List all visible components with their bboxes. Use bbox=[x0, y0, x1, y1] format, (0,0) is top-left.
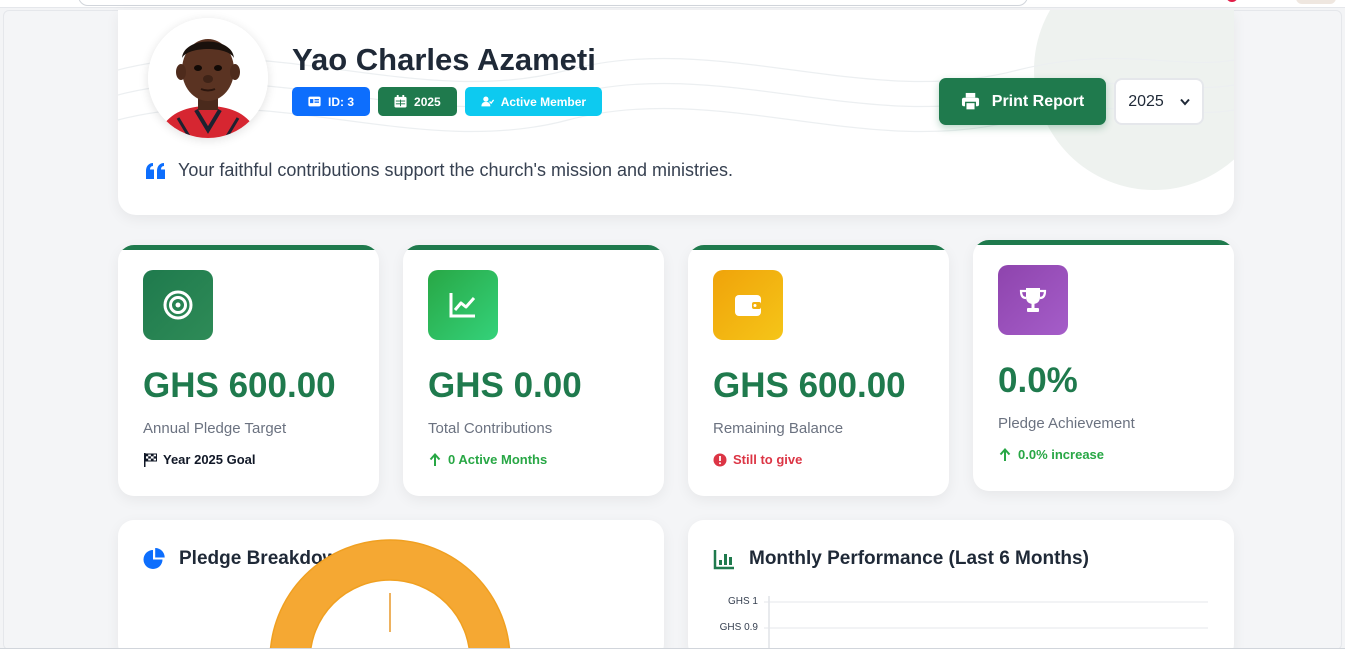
browser-chrome bbox=[0, 0, 1345, 8]
card-accent-bar bbox=[688, 245, 949, 250]
quote-left-icon bbox=[146, 162, 165, 179]
total-contributions-card: GHS 0.00 Total Contributions 0 Active Mo… bbox=[403, 245, 664, 496]
member-header-card: Yao Charles Azameti ID: 3 2025 Active Me… bbox=[118, 10, 1234, 215]
member-name: Yao Charles Azameti bbox=[292, 42, 596, 77]
trophy-icon bbox=[1019, 288, 1047, 312]
member-id-badge: ID: 3 bbox=[292, 87, 371, 116]
id-card-icon bbox=[308, 96, 321, 107]
monthly-performance-panel: Monthly Performance (Last 6 Months) GHS … bbox=[688, 520, 1234, 653]
year-select[interactable]: 2025 bbox=[1114, 78, 1204, 125]
pledge-target-value: GHS 600.00 bbox=[143, 366, 336, 405]
mission-quote: Your faithful contributions support the … bbox=[146, 160, 733, 181]
remaining-balance-card: GHS 600.00 Remaining Balance Still to gi… bbox=[688, 245, 949, 496]
pledge-achievement-card: 0.0% Pledge Achievement 0.0% increase bbox=[973, 240, 1234, 491]
chart-line-icon bbox=[449, 293, 476, 318]
user-check-icon bbox=[481, 96, 494, 107]
browser-bottom-bar bbox=[0, 648, 1345, 653]
pledge-achievement-foot: 0.0% increase bbox=[998, 447, 1104, 462]
year-badge-label: 2025 bbox=[414, 94, 441, 109]
browser-extension-icon[interactable] bbox=[1296, 0, 1336, 4]
remaining-balance-foot-text: Still to give bbox=[733, 452, 803, 467]
card-accent-bar bbox=[403, 245, 664, 250]
year-badge: 2025 bbox=[378, 87, 457, 116]
arrow-up-icon bbox=[999, 447, 1011, 461]
remaining-balance-label: Remaining Balance bbox=[713, 420, 844, 437]
year-select-value: 2025 bbox=[1128, 92, 1164, 110]
pledge-target-foot: Year 2025 Goal bbox=[143, 452, 256, 467]
pledge-achievement-label: Pledge Achievement bbox=[998, 415, 1135, 432]
status-badge-label: Active Member bbox=[500, 94, 587, 109]
printer-icon bbox=[961, 92, 979, 111]
total-contributions-foot: 0 Active Months bbox=[428, 452, 547, 467]
status-badge: Active Member bbox=[464, 87, 603, 116]
browser-profile-icon[interactable] bbox=[1226, 0, 1238, 2]
calendar-icon bbox=[394, 95, 407, 108]
total-contributions-label: Total Contributions bbox=[428, 420, 553, 437]
monthly-line-chart bbox=[764, 596, 1208, 653]
remaining-balance-foot: Still to give bbox=[713, 452, 802, 467]
exclamation-circle-icon bbox=[713, 453, 727, 466]
pledge-breakdown-panel: Pledge Breakdown bbox=[118, 520, 664, 653]
pledge-target-foot-text: Year 2025 Goal bbox=[163, 452, 256, 467]
wallet-icon bbox=[735, 295, 761, 316]
pledge-doughnut-chart bbox=[269, 539, 511, 653]
member-avatar bbox=[148, 18, 268, 138]
member-badges: ID: 3 2025 Active Member bbox=[292, 87, 603, 116]
flag-checkered-icon bbox=[144, 452, 157, 467]
total-contributions-value: GHS 0.00 bbox=[428, 366, 582, 405]
total-contributions-foot-text: 0 Active Months bbox=[448, 452, 548, 467]
arrow-up-icon bbox=[429, 452, 441, 466]
quote-text: Your faithful contributions support the … bbox=[178, 160, 734, 180]
stat-icon-box bbox=[713, 270, 783, 340]
pledge-target-label: Annual Pledge Target bbox=[143, 420, 287, 437]
card-accent-bar bbox=[118, 245, 379, 250]
card-accent-bar bbox=[973, 240, 1234, 245]
target-icon bbox=[163, 290, 193, 320]
stat-icon-box bbox=[143, 270, 213, 340]
pledge-achievement-foot-text: 0.0% increase bbox=[1018, 447, 1105, 462]
stat-icon-box bbox=[998, 265, 1068, 335]
child-photo-illustration bbox=[148, 18, 268, 138]
print-report-button[interactable]: Print Report bbox=[939, 78, 1106, 125]
pledge-target-card: GHS 600.00 Annual Pledge Target Year 202… bbox=[118, 245, 379, 496]
print-report-label: Print Report bbox=[991, 92, 1085, 110]
member-id-label: ID: 3 bbox=[328, 94, 355, 109]
pledge-achievement-value: 0.0% bbox=[998, 361, 1078, 400]
chevron-down-icon bbox=[1180, 98, 1190, 106]
address-bar[interactable] bbox=[78, 0, 1028, 6]
stat-icon-box bbox=[428, 270, 498, 340]
remaining-balance-value: GHS 600.00 bbox=[713, 366, 906, 405]
